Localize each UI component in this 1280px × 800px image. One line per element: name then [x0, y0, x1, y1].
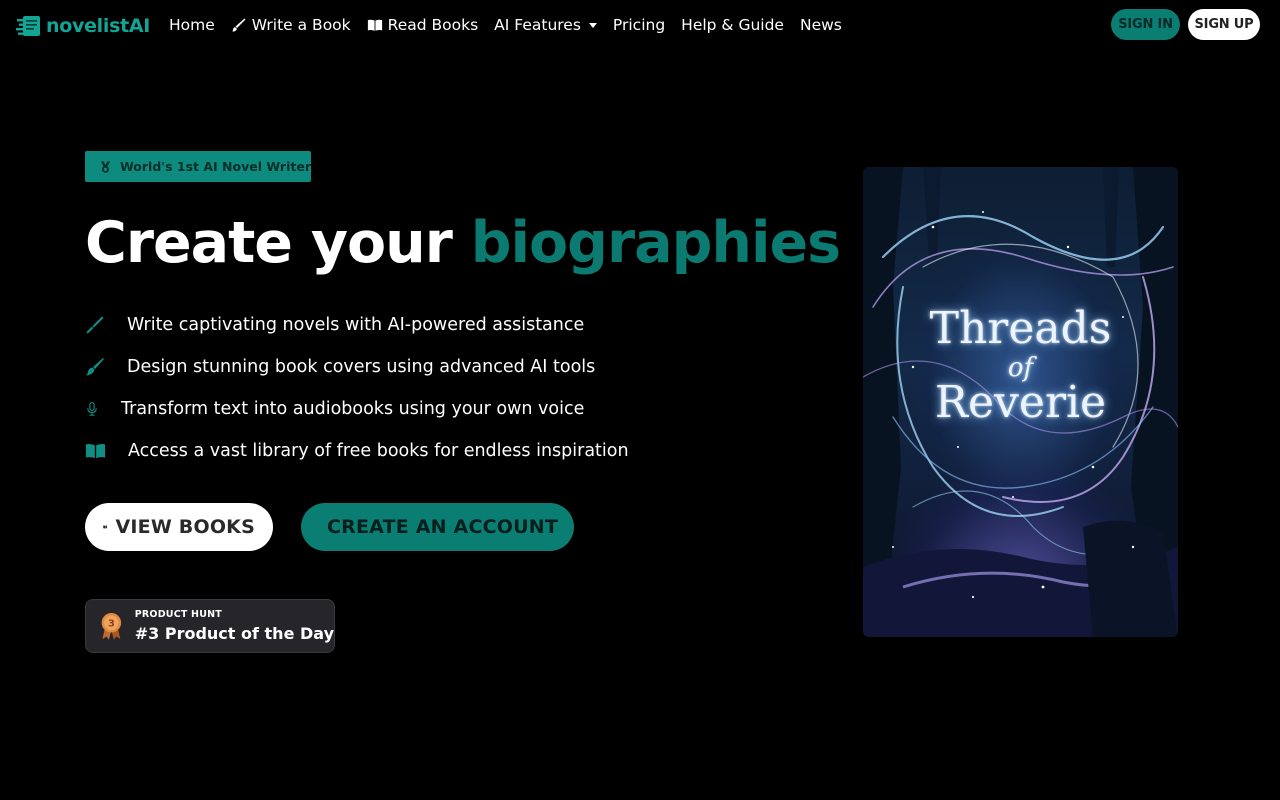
hero-headline: Create your biographies: [85, 208, 841, 278]
brand-logo-link[interactable]: novelistAI: [16, 12, 150, 40]
paintbrush-icon: [86, 358, 104, 376]
product-hunt-rank: 3: [108, 618, 115, 629]
list-item: Transform text into audiobooks using you…: [85, 388, 805, 430]
pen-nib-icon: [86, 316, 104, 334]
nav-home[interactable]: Home: [169, 16, 215, 34]
nav-read-books-label: Read Books: [387, 16, 479, 34]
nav-ai-features-label: AI Features: [494, 16, 581, 34]
hero-headline-accent: biographies: [470, 210, 841, 276]
medal-icon: [100, 160, 111, 173]
nav-pricing-label: Pricing: [612, 16, 666, 34]
brand-name: novelistAI: [46, 15, 151, 37]
hero-headline-prefix: Create your: [85, 210, 453, 276]
product-hunt-text: PRODUCT HUNT #3 Product of the Day: [135, 609, 334, 643]
medal-icon: 3: [101, 613, 122, 640]
list-item: Write captivating novels with AI-powered…: [85, 304, 805, 346]
nav-home-label: Home: [169, 16, 215, 34]
pencil-icon: [232, 18, 246, 32]
product-hunt-label: PRODUCT HUNT: [134, 609, 222, 620]
create-account-button[interactable]: CREATE AN ACCOUNT: [301, 503, 574, 551]
product-hunt-badge[interactable]: 3 PRODUCT HUNT #3 Product of the Day: [85, 599, 335, 653]
nav-write-a-book-label: Write a Book: [251, 16, 351, 34]
feature-text: Transform text into audiobooks using you…: [121, 399, 585, 419]
cover-title-line-3: Reverie: [934, 377, 1107, 428]
book-cover-image[interactable]: Threads of Reverie: [863, 167, 1178, 637]
book-open-icon: [103, 525, 108, 529]
view-books-button[interactable]: VIEW BOOKS: [85, 503, 273, 551]
nav-help-guide[interactable]: Help & Guide: [681, 16, 784, 34]
nav-news-label: News: [799, 16, 842, 34]
navbar: novelistAI Home Write a Book Read Books …: [0, 0, 1280, 50]
book-open-icon: [85, 444, 106, 459]
product-hunt-title: #3 Product of the Day: [134, 624, 334, 643]
feature-text: Write captivating novels with AI-powered…: [127, 315, 585, 335]
nav-read-books[interactable]: Read Books: [367, 16, 479, 34]
microphone-icon: [87, 402, 97, 416]
auth-buttons: SIGN IN SIGN UP: [1111, 9, 1260, 40]
list-item: Access a vast library of free books for …: [85, 430, 805, 472]
sign-in-button[interactable]: SIGN IN: [1111, 9, 1180, 40]
feature-text: Access a vast library of free books for …: [128, 441, 629, 461]
hero-badge-label: World's 1st AI Novel Writer: [119, 159, 311, 174]
sign-up-button[interactable]: SIGN UP: [1188, 9, 1260, 40]
create-account-label: CREATE AN ACCOUNT: [327, 516, 558, 538]
cover-title-line-1: Threads: [929, 303, 1112, 354]
nav-pricing[interactable]: Pricing: [613, 16, 665, 34]
nav-news[interactable]: News: [800, 16, 842, 34]
feature-list: Write captivating novels with AI-powered…: [85, 304, 805, 472]
nav-help-guide-label: Help & Guide: [681, 16, 784, 34]
main-nav: Home Write a Book Read Books AI Features…: [169, 14, 858, 36]
view-books-label: VIEW BOOKS: [115, 516, 255, 538]
nav-write-a-book[interactable]: Write a Book: [231, 16, 351, 34]
cta-buttons: VIEW BOOKS CREATE AN ACCOUNT: [85, 503, 574, 551]
hero-badge: World's 1st AI Novel Writer: [85, 151, 311, 182]
book-open-icon: [367, 19, 382, 31]
feature-text: Design stunning book covers using advanc…: [127, 357, 596, 377]
list-item: Design stunning book covers using advanc…: [85, 346, 805, 388]
chevron-down-icon: [588, 22, 597, 28]
nav-ai-features-dropdown[interactable]: AI Features: [494, 16, 597, 34]
logo-icon: [16, 16, 40, 36]
